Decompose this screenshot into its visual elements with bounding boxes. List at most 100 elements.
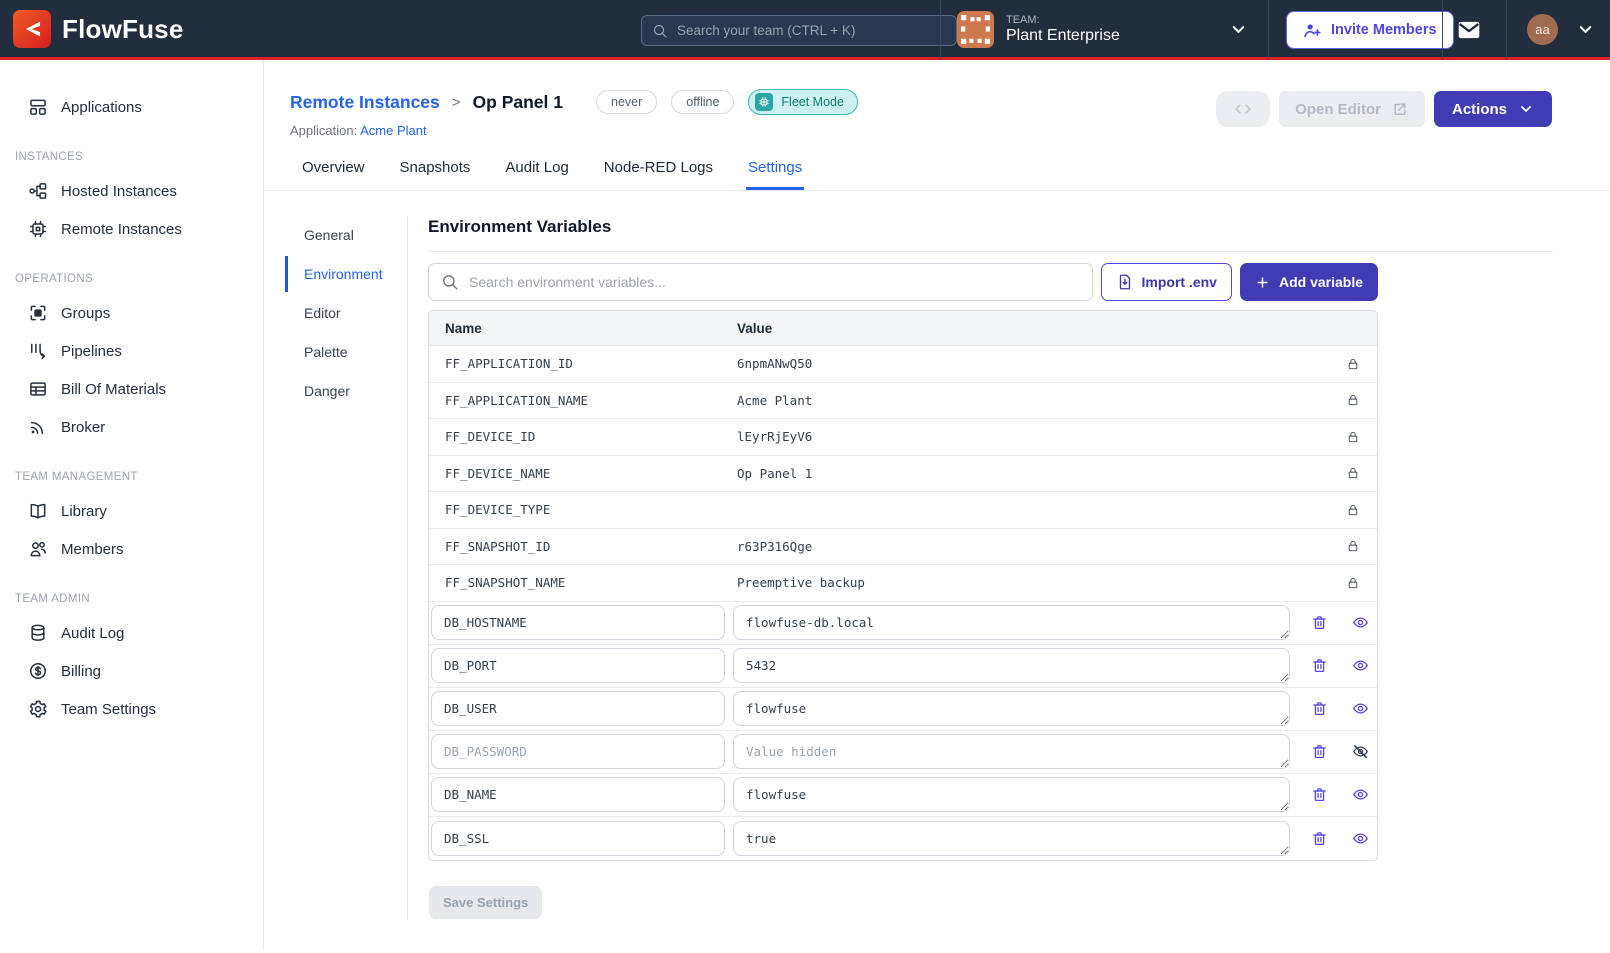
team-search-input[interactable] xyxy=(677,23,946,38)
env-var-name-input[interactable] xyxy=(431,821,725,856)
env-var-name-input[interactable] xyxy=(431,605,725,640)
settings-nav-danger[interactable]: Danger xyxy=(285,373,407,409)
lock-icon xyxy=(1346,539,1377,553)
developer-mode-button[interactable] xyxy=(1216,91,1270,127)
lock-icon xyxy=(1346,357,1377,371)
navbar-divider xyxy=(1506,0,1507,60)
env-var-value-input[interactable]: true xyxy=(733,821,1290,856)
team-chevron-down-icon[interactable] xyxy=(1229,20,1248,39)
user-menu-chevron-down-icon[interactable] xyxy=(1576,20,1595,39)
table-header: Name Value xyxy=(429,311,1377,346)
toggle-visibility-button[interactable] xyxy=(1351,699,1370,718)
lock-icon xyxy=(1346,393,1377,407)
delete-variable-button[interactable] xyxy=(1310,656,1329,675)
sidebar-item-bill-of-materials[interactable]: Bill Of Materials xyxy=(0,370,263,408)
flowfuse-logo[interactable]: FlowFuse xyxy=(13,10,184,48)
env-var-name: FF_DEVICE_NAME xyxy=(429,466,737,481)
application-acme-plant-link[interactable]: Acme Plant xyxy=(360,123,426,138)
column-header-value: Value xyxy=(737,321,1377,336)
tab-overview[interactable]: Overview xyxy=(300,159,367,190)
members-icon xyxy=(28,539,48,559)
trash-icon xyxy=(1311,786,1328,803)
env-search-input[interactable] xyxy=(469,274,1080,290)
tab-node-red-logs[interactable]: Node-RED Logs xyxy=(602,159,715,190)
delete-variable-button[interactable] xyxy=(1310,613,1329,632)
env-var-value-input[interactable]: flowfuse xyxy=(733,777,1290,812)
invite-members-button[interactable]: Invite Members xyxy=(1286,11,1454,49)
page-title: Op Panel 1 xyxy=(473,92,563,113)
delete-variable-button[interactable] xyxy=(1310,699,1329,718)
lock-icon xyxy=(1346,466,1377,480)
actions-button[interactable]: Actions xyxy=(1434,91,1552,127)
sidebar-section-instances: INSTANCES xyxy=(0,126,263,172)
env-search[interactable] xyxy=(428,263,1093,301)
sidebar-item-broker[interactable]: Broker xyxy=(0,408,263,446)
add-variable-button[interactable]: Add variable xyxy=(1240,263,1378,301)
sidebar-item-label: Members xyxy=(61,541,124,558)
delete-variable-button[interactable] xyxy=(1310,785,1329,804)
sidebar-item-remote-instances[interactable]: Remote Instances xyxy=(0,210,263,248)
sidebar-item-billing[interactable]: Billing xyxy=(0,652,263,690)
library-icon xyxy=(28,501,48,521)
open-editor-button[interactable]: Open Editor xyxy=(1279,91,1425,127)
env-var-value-input[interactable]: flowfuse-db.local xyxy=(733,605,1290,640)
env-var-name-input[interactable] xyxy=(431,648,725,683)
env-var-value: Op Panel 1 xyxy=(737,466,1346,481)
save-settings-button[interactable]: Save Settings xyxy=(429,886,542,919)
toggle-visibility-button[interactable] xyxy=(1351,656,1370,675)
breadcrumb: Remote Instances > Op Panel 1 never offl… xyxy=(290,89,858,115)
trash-icon xyxy=(1311,700,1328,717)
sidebar-item-members[interactable]: Members xyxy=(0,530,263,568)
sidebar-item-hosted-instances[interactable]: Hosted Instances xyxy=(0,172,263,210)
env-var-value: Preemptive backup xyxy=(737,575,1346,590)
toggle-visibility-button[interactable] xyxy=(1351,829,1370,848)
env-var-value: 6npmANwQ50 xyxy=(737,356,1346,371)
bill-of-materials-icon xyxy=(28,379,48,399)
lock-icon xyxy=(1346,430,1377,444)
tab-snapshots[interactable]: Snapshots xyxy=(398,159,473,190)
toggle-visibility-button[interactable] xyxy=(1351,785,1370,804)
sidebar-item-groups[interactable]: Groups xyxy=(0,294,263,332)
env-var-value-input[interactable]: 5432 xyxy=(733,648,1290,683)
team-search[interactable] xyxy=(641,15,957,46)
toggle-visibility-button[interactable] xyxy=(1351,613,1370,632)
sidebar-item-audit-log[interactable]: Audit Log xyxy=(0,614,263,652)
settings-nav-editor[interactable]: Editor xyxy=(285,295,407,331)
sidebar-item-team-settings[interactable]: Team Settings xyxy=(0,690,263,728)
document-import-icon xyxy=(1116,273,1134,291)
import-env-button[interactable]: Import .env xyxy=(1101,263,1232,301)
toggle-visibility-button[interactable] xyxy=(1351,742,1370,761)
sidebar-section-team-management: TEAM MANAGEMENT xyxy=(0,446,263,492)
trash-icon xyxy=(1311,743,1328,760)
sidebar-item-pipelines[interactable]: Pipelines xyxy=(0,332,263,370)
tab-audit-log[interactable]: Audit Log xyxy=(503,159,570,190)
delete-variable-button[interactable] xyxy=(1310,829,1329,848)
notifications-mail-icon[interactable] xyxy=(1456,17,1482,43)
avatar-initials: aa xyxy=(1535,22,1549,37)
env-var-name-input[interactable] xyxy=(431,734,725,769)
breadcrumb-remote-instances-link[interactable]: Remote Instances xyxy=(290,92,440,113)
env-var-name-input[interactable] xyxy=(431,691,725,726)
team-selector[interactable]: TEAM: Plant Enterprise xyxy=(957,11,1120,48)
user-avatar[interactable]: aa xyxy=(1527,14,1558,45)
sidebar-item-label: Bill Of Materials xyxy=(61,381,166,398)
tab-settings[interactable]: Settings xyxy=(746,159,804,190)
sidebar-item-label: Hosted Instances xyxy=(61,183,177,200)
env-var-value-input[interactable]: flowfuse xyxy=(733,691,1290,726)
sidebar-item-label: Applications xyxy=(61,99,142,116)
sidebar-item-applications[interactable]: Applications xyxy=(0,88,263,126)
sidebar-section-team-admin: TEAM ADMIN xyxy=(0,568,263,614)
gear-icon xyxy=(28,699,48,719)
broker-icon xyxy=(28,417,48,437)
delete-variable-button[interactable] xyxy=(1310,742,1329,761)
settings-nav-palette[interactable]: Palette xyxy=(285,334,407,370)
sidebar: Applications INSTANCES Hosted Instances … xyxy=(0,60,264,950)
settings-nav-environment[interactable]: Environment xyxy=(285,256,407,292)
env-var-name-input[interactable] xyxy=(431,777,725,812)
table-row: FF_SNAPSHOT_NAME Preemptive backup xyxy=(429,565,1377,602)
env-var-value-input[interactable] xyxy=(733,734,1290,769)
environment-title: Environment Variables xyxy=(428,217,1553,252)
settings-nav-general[interactable]: General xyxy=(285,217,407,253)
sidebar-item-library[interactable]: Library xyxy=(0,492,263,530)
sidebar-item-label: Team Settings xyxy=(61,701,156,718)
